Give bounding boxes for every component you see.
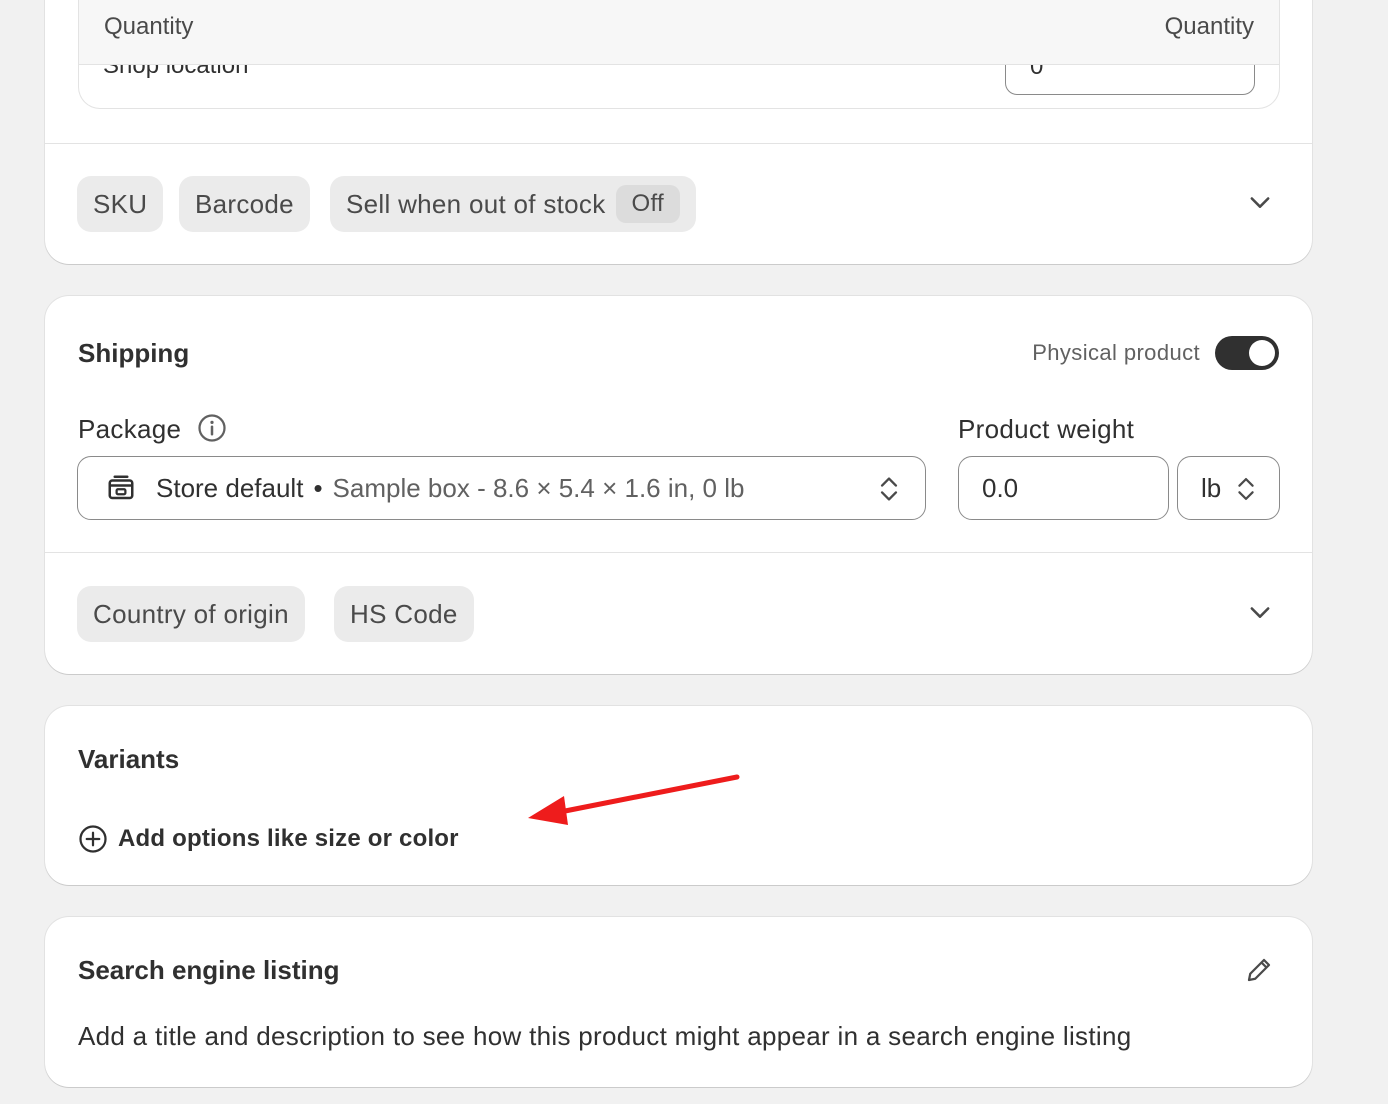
inventory-card: Quantity Quantity Shop location 0 SKU Ba… [45,0,1312,264]
barcode-chip[interactable]: Barcode [179,176,310,232]
divider [45,143,1312,144]
chevron-down-icon[interactable] [1246,598,1274,626]
annotation-arrow-icon [528,774,740,825]
product-weight-input[interactable]: 0.0 [958,456,1169,520]
weight-unit-value: lb [1201,472,1222,503]
sku-chip[interactable]: SKU [77,176,164,232]
chevron-down-icon[interactable] [1246,188,1274,216]
package-label: Package [78,414,182,444]
select-chevrons-icon [1238,477,1254,500]
product-weight-label: Product weight [958,414,1135,444]
country-of-origin-chip[interactable]: Country of origin [77,586,305,642]
add-options-label: Add options like size or color [118,825,459,852]
shipping-card: Shipping Physical product Package Store … [45,296,1312,674]
hs-code-chip[interactable]: HS Code [334,586,474,642]
package-separator: • [313,472,323,503]
package-name: Store default [156,472,304,503]
select-chevrons-icon [880,477,898,501]
toggle-knob [1249,340,1275,366]
divider [45,552,1312,553]
pencil-icon[interactable] [1244,955,1274,985]
physical-product-label: Physical product [1032,340,1200,365]
sell-out-of-stock-chip[interactable]: Sell when out of stock Off [330,176,697,232]
weight-unit-select[interactable]: lb [1177,456,1280,520]
column-header-quantity-left: Quantity [104,13,194,40]
inventory-table: Quantity Quantity Shop location 0 [78,0,1280,109]
package-detail: Sample box - 8.6 × 5.4 × 1.6 in, 0 lb [332,472,745,503]
search-engine-listing-description: Add a title and description to see how t… [78,1021,1132,1051]
physical-product-toggle[interactable] [1215,336,1279,370]
sell-out-of-stock-status-badge: Off [615,185,681,223]
sell-out-of-stock-label: Sell when out of stock [346,188,606,219]
package-select[interactable]: Store default • Sample box - 8.6 × 5.4 ×… [77,456,926,520]
package-icon [108,475,134,500]
info-icon[interactable] [197,413,227,443]
shipping-title: Shipping [78,338,190,368]
column-header-quantity-right: Quantity [1164,13,1254,40]
plus-circle-icon [79,825,107,853]
variants-title: Variants [78,744,180,774]
search-engine-listing-card: Search engine listing Add a title and de… [45,917,1312,1087]
add-options-button[interactable]: Add options like size or color [78,824,459,854]
inventory-table-header: Quantity Quantity [79,0,1279,65]
search-engine-listing-title: Search engine listing [78,955,340,985]
